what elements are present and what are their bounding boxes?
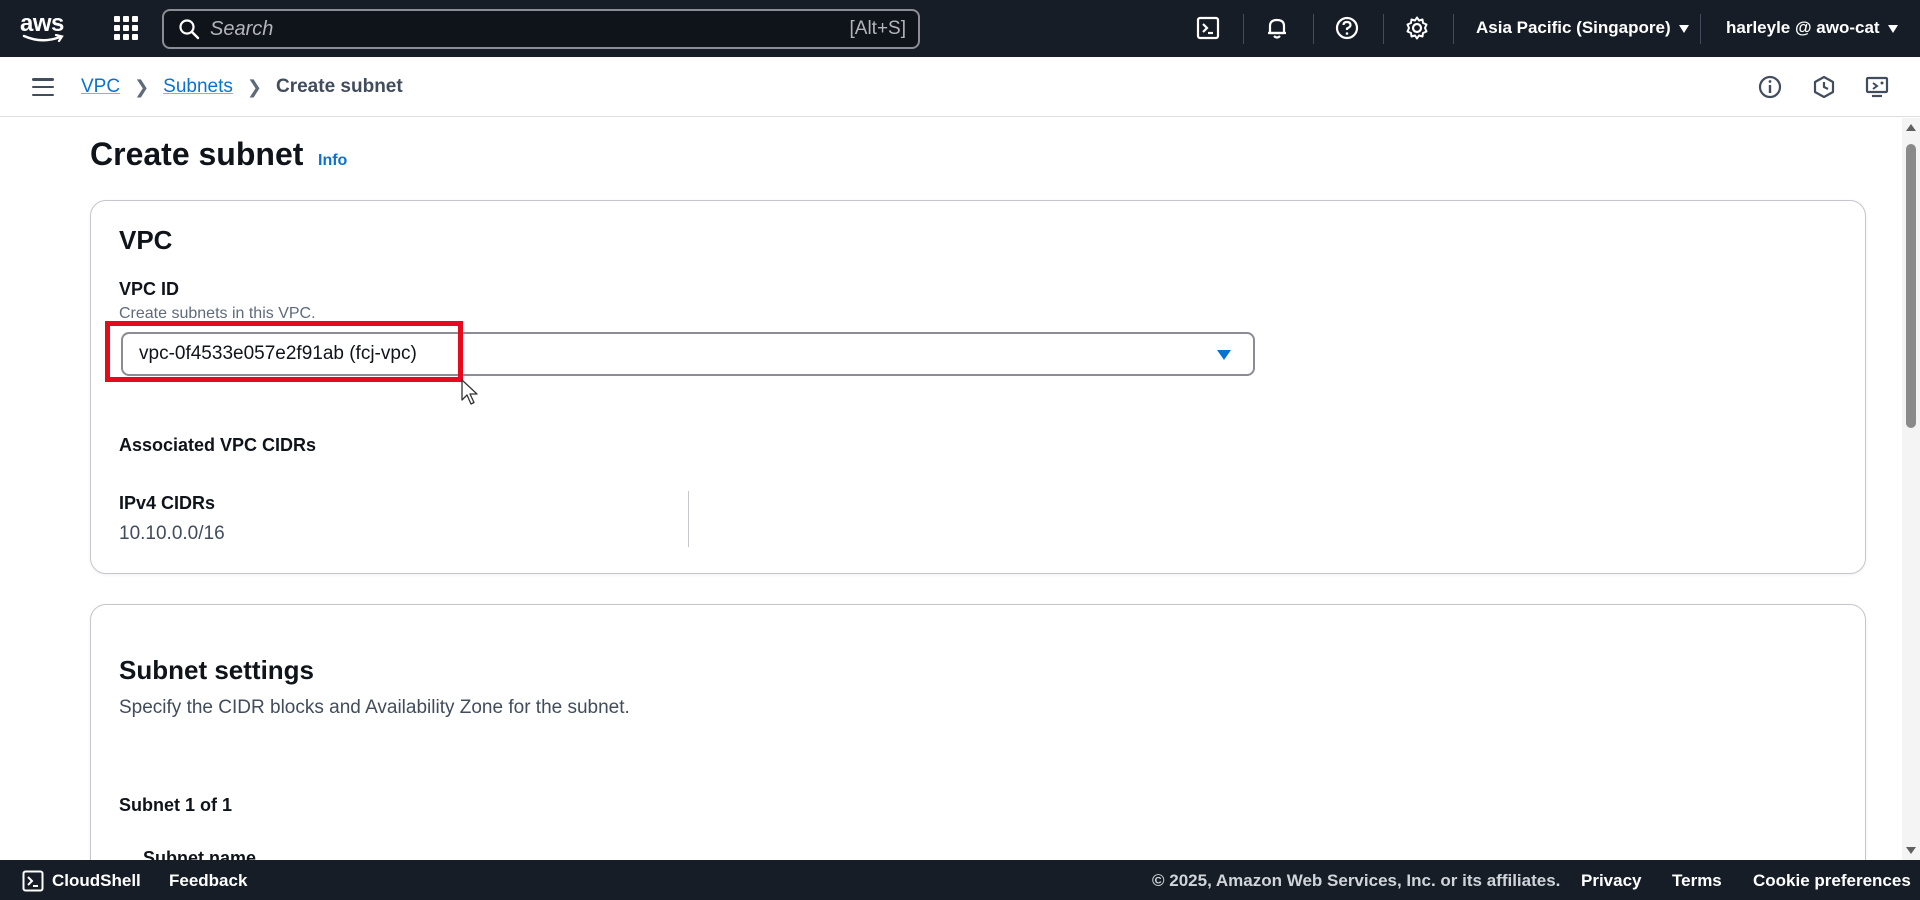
recent-activity-icon[interactable] <box>1811 74 1837 100</box>
ipv4-cidrs-value: 10.10.0.0/16 <box>119 523 225 544</box>
aws-smile-icon <box>22 34 64 43</box>
breadcrumb: VPC ❯ Subnets ❯ Create subnet <box>81 76 403 98</box>
page-title: Create subnet <box>90 136 304 172</box>
nav-separator <box>1700 14 1701 44</box>
region-label: Asia Pacific (Singapore) <box>1476 18 1671 37</box>
vpc-id-value: vpc-0f4533e057e2f91ab (fcj-vpc) <box>139 343 417 364</box>
vpc-id-select[interactable]: vpc-0f4533e057e2f91ab (fcj-vpc) <box>121 332 1255 376</box>
subnet-settings-heading: Subnet settings <box>119 655 315 685</box>
cloudshell-button[interactable]: CloudShell <box>22 870 141 892</box>
vertical-scrollbar[interactable] <box>1902 118 1920 860</box>
nav-separator <box>1383 14 1384 44</box>
aws-logo[interactable]: aws <box>20 12 70 46</box>
caret-down-icon <box>1217 350 1231 360</box>
search-shortcut: [Alt+S] <box>849 18 907 39</box>
caret-down-icon <box>1887 24 1898 33</box>
subnet-settings-container: Subnet settings Specify the CIDR blocks … <box>90 604 1866 900</box>
ipv4-cidrs-label: IPv4 CIDRs <box>119 493 216 513</box>
info-circle-icon[interactable] <box>1757 74 1783 100</box>
account-label: harleyle @ awo-cat <box>1726 18 1880 37</box>
gear-icon[interactable] <box>1404 15 1430 41</box>
breadcrumb-subnets[interactable]: Subnets <box>163 76 233 98</box>
search-input[interactable] <box>210 17 810 41</box>
cloudshell-label: CloudShell <box>52 871 141 890</box>
chevron-right-icon: ❯ <box>134 76 150 97</box>
search-icon <box>179 19 200 40</box>
breadcrumb-current: Create subnet <box>276 76 403 97</box>
info-link[interactable]: Info <box>318 152 347 170</box>
vpc-heading: VPC <box>119 225 173 255</box>
search-bar[interactable]: [Alt+S] <box>162 9 920 49</box>
breadcrumb-vpc[interactable]: VPC <box>81 76 120 98</box>
scroll-down-icon[interactable] <box>1906 847 1916 854</box>
subnet-count-label: Subnet 1 of 1 <box>119 795 233 815</box>
help-icon[interactable] <box>1334 15 1360 41</box>
services-grid-icon[interactable] <box>114 16 138 40</box>
cookie-preferences-link[interactable]: Cookie preferences <box>1753 871 1911 891</box>
vpc-id-label: VPC ID <box>119 279 180 299</box>
footer: CloudShell Feedback © 2025, Amazon Web S… <box>0 860 1920 900</box>
region-selector[interactable]: Asia Pacific (Singapore) <box>1476 18 1689 38</box>
mouse-cursor-icon <box>461 379 478 405</box>
screen-share-icon[interactable] <box>1864 74 1890 100</box>
top-navigation: aws [Alt+S] Asia Pacific <box>0 0 1920 57</box>
nav-separator <box>1453 14 1454 44</box>
associated-cidrs-label: Associated VPC CIDRs <box>119 435 317 455</box>
cloudshell-icon[interactable] <box>1195 15 1221 41</box>
menu-icon[interactable] <box>32 78 54 96</box>
chevron-right-icon: ❯ <box>246 76 262 97</box>
cloudshell-icon <box>22 870 44 892</box>
caret-down-icon <box>1678 24 1689 33</box>
nav-separator <box>1243 14 1244 44</box>
breadcrumb-bar: VPC ❯ Subnets ❯ Create subnet <box>0 57 1920 117</box>
terms-link[interactable]: Terms <box>1672 871 1722 891</box>
aws-logo-text: aws <box>20 10 64 37</box>
privacy-link[interactable]: Privacy <box>1581 871 1642 891</box>
column-divider <box>688 491 689 547</box>
bell-icon[interactable] <box>1264 15 1290 41</box>
account-menu[interactable]: harleyle @ awo-cat <box>1726 18 1898 38</box>
scrollbar-thumb[interactable] <box>1906 144 1916 428</box>
vpc-container: VPC VPC ID Create subnets in this VPC. v… <box>90 200 1866 574</box>
feedback-link[interactable]: Feedback <box>169 871 247 891</box>
scroll-up-icon[interactable] <box>1906 124 1916 131</box>
subnet-settings-description: Specify the CIDR blocks and Availability… <box>119 697 630 718</box>
vpc-id-description: Create subnets in this VPC. <box>119 305 316 322</box>
nav-separator <box>1313 14 1314 44</box>
copyright-text: © 2025, Amazon Web Services, Inc. or its… <box>1152 871 1561 890</box>
